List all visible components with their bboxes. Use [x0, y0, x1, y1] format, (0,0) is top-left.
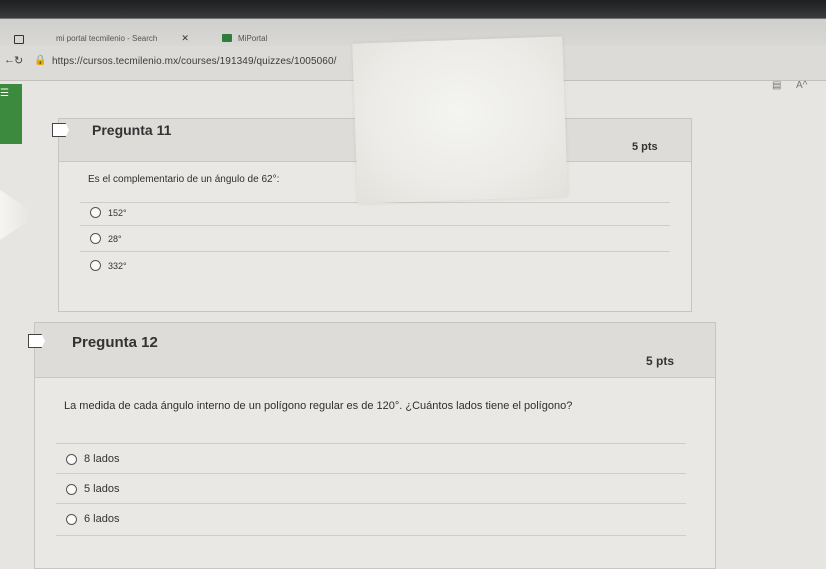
question-title: Pregunta 12 — [72, 334, 158, 351]
divider — [56, 443, 686, 444]
tab-miportal-label: MiPortal — [238, 33, 268, 43]
question-text: La medida de cada ángulo interno de un p… — [64, 400, 573, 412]
answer-option[interactable]: 6 lados — [66, 513, 119, 525]
question-text: Es el complementario de un ángulo de 62°… — [88, 174, 280, 185]
radio-button[interactable] — [90, 260, 101, 271]
radio-button[interactable] — [66, 513, 77, 525]
flag-question-icon[interactable] — [52, 123, 69, 137]
divider — [80, 251, 670, 252]
answer-label: 6 lados — [84, 513, 120, 525]
answer-option[interactable]: 5 lados — [66, 483, 119, 495]
divider — [80, 225, 670, 226]
divider — [56, 503, 686, 504]
course-nav-strip[interactable]: ☰ — [0, 84, 22, 144]
flag-question-icon[interactable] — [28, 334, 45, 348]
radio-button[interactable] — [90, 233, 101, 244]
close-icon[interactable]: ✕ — [181, 33, 189, 44]
tab-miportal[interactable]: MiPortal — [222, 30, 267, 46]
radio-button[interactable] — [66, 483, 77, 495]
divider — [56, 473, 686, 474]
question-title: Pregunta 11 — [92, 122, 172, 138]
answer-label: 8 lados — [84, 453, 120, 465]
paper-glare-overlay — [352, 36, 568, 204]
browser-tab-bar: mi portal tecmilenio - Search ✕ MiPortal… — [0, 0, 826, 62]
light-glare — [0, 190, 30, 240]
question-points: 5 pts — [632, 141, 658, 153]
question-points: 5 pts — [646, 354, 675, 368]
url-text[interactable]: https://cursos.tecmilenio.mx/courses/191… — [52, 56, 337, 67]
radio-button[interactable] — [66, 453, 77, 465]
divider — [56, 535, 686, 536]
text-size-icon[interactable]: A^ — [796, 80, 807, 91]
answer-label: 28° — [108, 233, 122, 244]
answer-label: 332° — [108, 260, 127, 271]
answer-option[interactable]: 28° — [90, 233, 122, 244]
radio-button[interactable] — [90, 207, 101, 218]
answer-option[interactable]: 152° — [90, 207, 127, 218]
answer-label: 5 lados — [84, 483, 120, 495]
answer-option[interactable]: 8 lados — [66, 453, 119, 465]
answer-label: 152° — [108, 207, 127, 218]
miportal-favicon-icon — [222, 34, 232, 42]
tab-search[interactable]: mi portal tecmilenio - Search ✕ — [56, 30, 189, 46]
reading-view-icon[interactable]: ▤ — [772, 80, 781, 91]
tab-search-label: mi portal tecmilenio - Search — [56, 33, 158, 43]
answer-option[interactable]: 332° — [90, 260, 127, 271]
question-card-12 — [34, 322, 716, 569]
reload-icon[interactable]: ↻ — [14, 54, 23, 67]
window-icon[interactable] — [14, 35, 24, 44]
hamburger-menu-icon[interactable]: ☰ — [0, 88, 9, 99]
lock-icon: 🔒 — [34, 55, 47, 66]
